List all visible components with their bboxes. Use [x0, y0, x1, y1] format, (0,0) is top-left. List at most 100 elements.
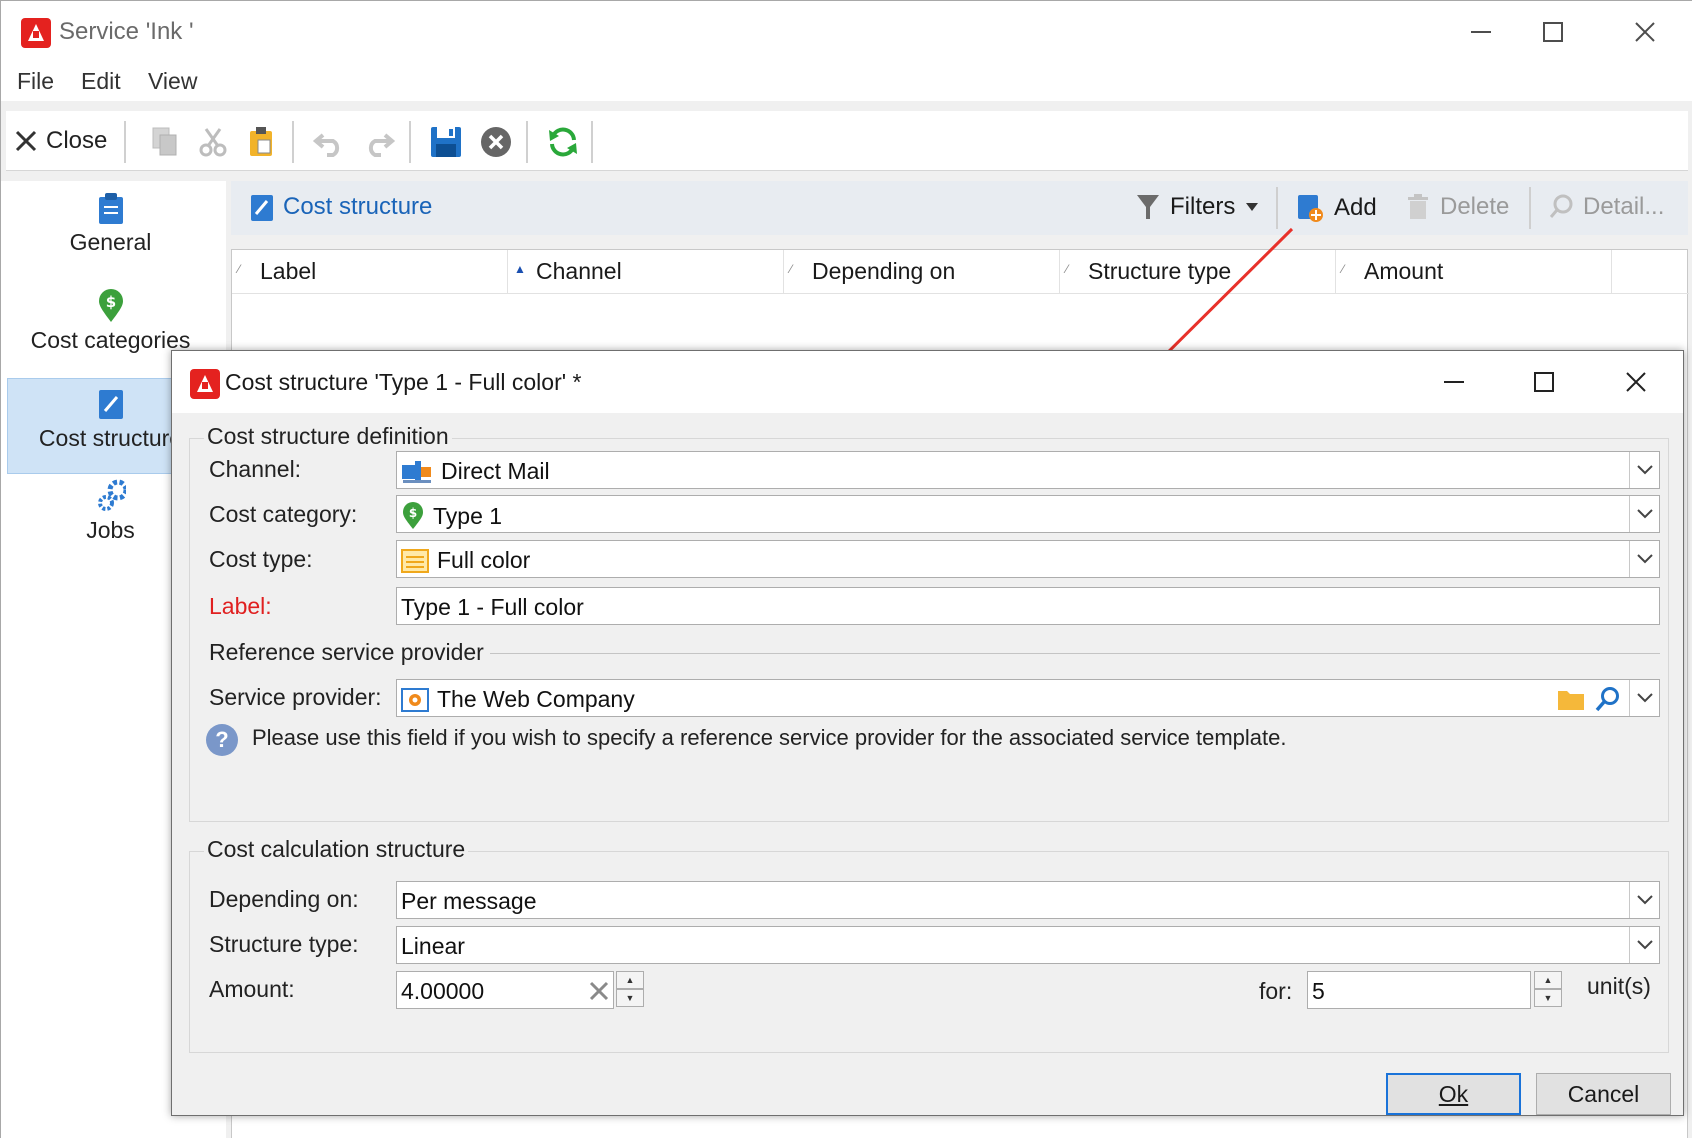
filters-button[interactable]: Filters: [1136, 193, 1259, 221]
section-header: Cost structure Filters Add Delete Detail…: [231, 181, 1688, 235]
title-bar: Service 'Ink ': [1, 1, 1692, 63]
mailbox-icon: [402, 460, 431, 483]
chevron-down-icon[interactable]: [1629, 927, 1659, 963]
clear-icon[interactable]: [589, 981, 609, 1001]
paste-button[interactable]: [242, 123, 280, 161]
sort-ascending-icon: ▲: [514, 262, 526, 276]
undo-button[interactable]: [310, 123, 348, 161]
cost-type-select[interactable]: Full color: [396, 540, 1660, 578]
provider-select[interactable]: The Web Company: [396, 679, 1660, 717]
pencil-doc-icon: [98, 390, 123, 419]
cancel-circle-icon: [481, 127, 511, 157]
delete-label: Delete: [1440, 193, 1510, 220]
chevron-down-icon[interactable]: [1629, 496, 1659, 532]
cancel-button[interactable]: Cancel: [1536, 1073, 1671, 1115]
section-title: Cost structure: [283, 193, 433, 220]
dialog-body: Cost structure definition Channel: Direc…: [172, 413, 1683, 1115]
cut-button[interactable]: [194, 123, 232, 161]
toolbar-separator: [526, 121, 528, 163]
folder-icon[interactable]: [1557, 687, 1585, 711]
cancel-changes-button[interactable]: [477, 123, 515, 161]
dropdown-arrow-icon: [1246, 203, 1259, 211]
channel-value: Direct Mail: [441, 458, 550, 484]
cost-type-value: Full color: [437, 547, 531, 573]
chevron-down-icon[interactable]: [1629, 541, 1659, 577]
menu-file[interactable]: File: [17, 68, 54, 95]
redo-button[interactable]: [360, 123, 398, 161]
dialog-minimize-button[interactable]: [1434, 365, 1474, 399]
label-value: Type 1 - Full color: [401, 594, 584, 620]
sort-indicator-icon: ⁄: [790, 262, 793, 276]
spin-up-icon[interactable]: ▲: [1534, 971, 1562, 989]
save-icon: [431, 127, 461, 157]
toolbar-separator: [1529, 187, 1531, 229]
minimize-icon: [1471, 31, 1491, 33]
column-header-text: Depending on: [812, 258, 956, 284]
close-button-label: Close: [46, 127, 108, 154]
dialog-title-bar: Cost structure 'Type 1 - Full color' *: [172, 351, 1683, 413]
copy-icon: [152, 127, 177, 156]
svg-text:$: $: [409, 506, 417, 520]
refresh-button[interactable]: [544, 123, 582, 161]
group-label: Cost structure definition: [204, 423, 452, 450]
cost-category-select[interactable]: $ Type 1: [396, 495, 1660, 533]
for-units-spinner[interactable]: ▲ ▼: [1534, 971, 1562, 1009]
maximize-icon: [1543, 22, 1563, 42]
toolbar-separator: [591, 121, 593, 163]
close-button[interactable]: Close: [14, 123, 107, 159]
save-button[interactable]: [427, 123, 465, 161]
label-input[interactable]: Type 1 - Full color: [396, 587, 1660, 625]
structure-type-select[interactable]: Linear: [396, 926, 1660, 964]
chevron-down-icon[interactable]: [1629, 452, 1659, 488]
cost-structure-dialog: Cost structure 'Type 1 - Full color' * C…: [171, 350, 1684, 1116]
chevron-down-icon[interactable]: [1629, 882, 1659, 918]
clipboard-icon: [98, 193, 123, 224]
search-icon[interactable]: [1595, 686, 1621, 712]
delete-button[interactable]: Delete: [1406, 193, 1509, 221]
funnel-icon: [1137, 195, 1159, 219]
copy-button[interactable]: [146, 123, 184, 161]
add-button[interactable]: Add: [1296, 193, 1377, 223]
menu-edit[interactable]: Edit: [81, 68, 121, 95]
minimize-icon: [1444, 381, 1464, 383]
add-doc-icon: [1298, 195, 1323, 222]
column-header-channel[interactable]: ▲ Channel: [508, 250, 784, 294]
menu-bar: File Edit View: [1, 63, 1692, 101]
dialog-close-button[interactable]: [1616, 365, 1656, 399]
amount-input[interactable]: 4.00000: [396, 971, 614, 1009]
sidebar-item-general[interactable]: General: [7, 191, 214, 287]
column-header-text: Channel: [536, 258, 622, 284]
chevron-down-icon[interactable]: [1629, 680, 1659, 716]
for-units-input[interactable]: 5: [1307, 971, 1531, 1009]
group-label: Cost calculation structure: [204, 836, 469, 863]
maximize-icon: [1534, 372, 1554, 392]
minimize-button[interactable]: [1461, 15, 1501, 49]
toolbar: Close: [6, 111, 1688, 171]
close-window-button[interactable]: [1625, 15, 1665, 49]
close-icon: [1626, 372, 1646, 392]
column-header-depending-on[interactable]: ⁄ Depending on: [784, 250, 1060, 294]
spin-up-icon[interactable]: ▲: [616, 971, 644, 989]
depending-on-select[interactable]: Per message: [396, 881, 1660, 919]
detail-button[interactable]: Detail...: [1549, 193, 1664, 221]
refresh-icon: [549, 127, 577, 157]
maximize-button[interactable]: [1533, 15, 1573, 49]
ok-button[interactable]: Ok: [1386, 1073, 1521, 1115]
amount-spinner[interactable]: ▲ ▼: [616, 971, 644, 1009]
column-header-amount[interactable]: ⁄ Amount: [1336, 250, 1612, 294]
label-label: Label:: [209, 593, 272, 619]
amount-value: 4.00000: [401, 978, 485, 1004]
adobe-logo-icon: [190, 369, 220, 399]
column-header-text: Label: [260, 258, 317, 284]
column-header-label[interactable]: ⁄ Label: [232, 250, 508, 294]
help-text: Please use this field if you wish to spe…: [252, 725, 1287, 750]
sidebar-item-label: General: [69, 229, 152, 255]
depending-on-value: Per message: [401, 888, 537, 914]
menu-view[interactable]: View: [148, 68, 197, 95]
dialog-maximize-button[interactable]: [1524, 365, 1564, 399]
channel-select[interactable]: Direct Mail: [396, 451, 1660, 489]
spin-down-icon[interactable]: ▼: [1534, 989, 1562, 1007]
for-label: for:: [1259, 978, 1293, 1004]
spin-down-icon[interactable]: ▼: [616, 989, 644, 1007]
dialog-title: Cost structure 'Type 1 - Full color' *: [225, 369, 582, 395]
